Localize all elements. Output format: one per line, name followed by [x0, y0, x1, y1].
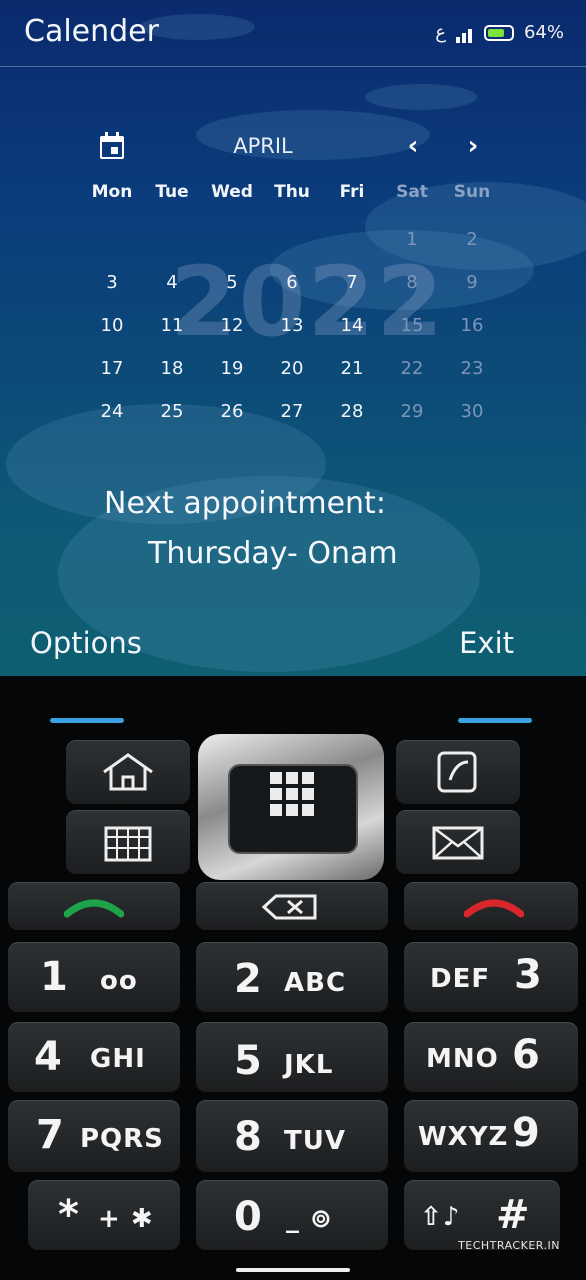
keypad: 1 oo 2 ABC DEF 3 4 GHI 5 JKL MNO 6 7 PQR… — [0, 676, 586, 1280]
day-cell[interactable]: 16 — [442, 314, 502, 357]
day-cell[interactable]: 2 — [442, 228, 502, 271]
weekday-header: Mon Tue Wed Thu Fri Sat Sun — [82, 182, 502, 202]
key-star[interactable]: * + ✱ — [28, 1180, 180, 1250]
contacts-icon — [437, 751, 477, 793]
weekday-mon: Mon — [91, 182, 133, 202]
empty-day-cell — [142, 228, 202, 271]
calendar-week-row: 24 25 26 27 28 29 30 — [82, 400, 502, 443]
day-cell[interactable]: 26 — [202, 400, 262, 443]
envelope-icon — [432, 826, 484, 860]
calendar-week-row: 17 18 19 20 21 22 23 — [82, 357, 502, 400]
day-cell[interactable]: 10 — [82, 314, 142, 357]
menu-key[interactable] — [228, 764, 358, 854]
next-month-button[interactable]: › — [460, 132, 486, 160]
weekday-fri: Fri — [339, 182, 365, 202]
month-header: APRIL ‹ › — [0, 130, 586, 164]
key-5[interactable]: 5 JKL — [196, 1022, 388, 1092]
day-cell[interactable]: 20 — [262, 357, 322, 400]
contacts-key[interactable] — [396, 740, 520, 804]
calendar-icon[interactable] — [99, 132, 125, 160]
empty-day-cell — [322, 228, 382, 271]
top-bar: Calender ع 64% — [0, 0, 586, 67]
empty-day-cell — [202, 228, 262, 271]
weekday-sun: Sun — [453, 182, 491, 202]
day-cell[interactable]: 14 — [322, 314, 382, 357]
day-cell[interactable]: 4 — [142, 271, 202, 314]
key-3[interactable]: DEF 3 — [404, 942, 578, 1012]
options-softkey[interactable]: Options — [30, 626, 142, 660]
day-cell[interactable]: 25 — [142, 400, 202, 443]
weekday-wed: Wed — [211, 182, 253, 202]
empty-day-cell — [262, 228, 322, 271]
weekday-thu: Thu — [274, 182, 310, 202]
day-cell[interactable]: 11 — [142, 314, 202, 357]
status-bar: ع 64% — [435, 22, 564, 43]
day-cell[interactable]: 27 — [262, 400, 322, 443]
calendar-week-row: 10 11 12 13 14 15 16 — [82, 314, 502, 357]
key-4[interactable]: 4 GHI — [8, 1022, 180, 1092]
key-1[interactable]: 1 oo — [8, 942, 180, 1012]
day-cell[interactable]: 8 — [382, 271, 442, 314]
watermark: TECHTRACKER.IN — [458, 1239, 560, 1252]
home-indicator-bar[interactable] — [236, 1268, 350, 1272]
backspace-icon — [262, 894, 317, 920]
app-title: Calender — [24, 14, 159, 49]
day-cell[interactable]: 18 — [142, 357, 202, 400]
day-cell[interactable]: 9 — [442, 271, 502, 314]
calendar-key[interactable] — [66, 810, 190, 874]
end-call-icon — [464, 899, 524, 918]
key-7[interactable]: 7 PQRS — [8, 1100, 180, 1172]
day-cell[interactable]: 15 — [382, 314, 442, 357]
key-0[interactable]: 0 _ ⊚ — [196, 1180, 388, 1250]
day-cell[interactable]: 13 — [262, 314, 322, 357]
day-cell[interactable]: 17 — [82, 357, 142, 400]
next-appointment-label: Next appointment: — [104, 486, 386, 521]
key-8[interactable]: 8 TUV — [196, 1100, 388, 1172]
day-cell[interactable]: 28 — [322, 400, 382, 443]
day-cell[interactable]: 7 — [322, 271, 382, 314]
day-cell[interactable]: 19 — [202, 357, 262, 400]
prev-month-button[interactable]: ‹ — [400, 132, 426, 160]
calendar-week-row: 12 — [82, 228, 502, 271]
day-cell[interactable]: 22 — [382, 357, 442, 400]
day-cell[interactable]: 29 — [382, 400, 442, 443]
calendar-key-icon — [104, 826, 152, 862]
key-9[interactable]: WXYZ 9 — [404, 1100, 578, 1172]
day-cell[interactable]: 5 — [202, 271, 262, 314]
exit-softkey[interactable]: Exit — [459, 626, 514, 660]
day-cell[interactable]: 3 — [82, 271, 142, 314]
month-label: APRIL — [233, 134, 293, 158]
weekday-tue: Tue — [155, 182, 189, 202]
key-2[interactable]: 2 ABC — [196, 942, 388, 1012]
day-cell[interactable]: 21 — [322, 357, 382, 400]
battery-percent: 64% — [523, 22, 564, 43]
navigation-dpad[interactable] — [198, 734, 384, 880]
left-indicator-light — [50, 718, 124, 723]
home-key[interactable] — [66, 740, 190, 804]
day-cell[interactable]: 6 — [262, 271, 322, 314]
day-cell[interactable]: 12 — [202, 314, 262, 357]
end-call-key[interactable] — [404, 882, 578, 930]
calendar-week-row: 3456789 — [82, 271, 502, 314]
day-cell[interactable]: 1 — [382, 228, 442, 271]
menu-grid-icon — [270, 772, 314, 816]
phone-screen: Calender ع 64% APRIL ‹ › Mon Tue Wed Thu… — [0, 0, 586, 676]
empty-day-cell — [82, 228, 142, 271]
carrier-indicator: ع — [435, 22, 446, 43]
day-cell[interactable]: 23 — [442, 357, 502, 400]
right-indicator-light — [458, 718, 532, 723]
backspace-key[interactable] — [196, 882, 388, 930]
day-cell[interactable]: 24 — [82, 400, 142, 443]
battery-icon — [483, 24, 514, 41]
weekday-sat: Sat — [396, 182, 428, 202]
home-icon — [103, 753, 153, 791]
messaging-key[interactable] — [396, 810, 520, 874]
call-icon — [64, 899, 124, 918]
next-appointment-value: Thursday- Onam — [148, 536, 398, 571]
calendar-grid: 1 2 3 4 5 6 7 8 9 10 11 12 13 14 15 16 17 18 19 20 21 22 23 24 2… — [82, 228, 502, 443]
signal-bars-icon — [455, 22, 474, 43]
call-key[interactable] — [8, 882, 180, 930]
key-6[interactable]: MNO 6 — [404, 1022, 578, 1092]
day-cell[interactable]: 30 — [442, 400, 502, 443]
